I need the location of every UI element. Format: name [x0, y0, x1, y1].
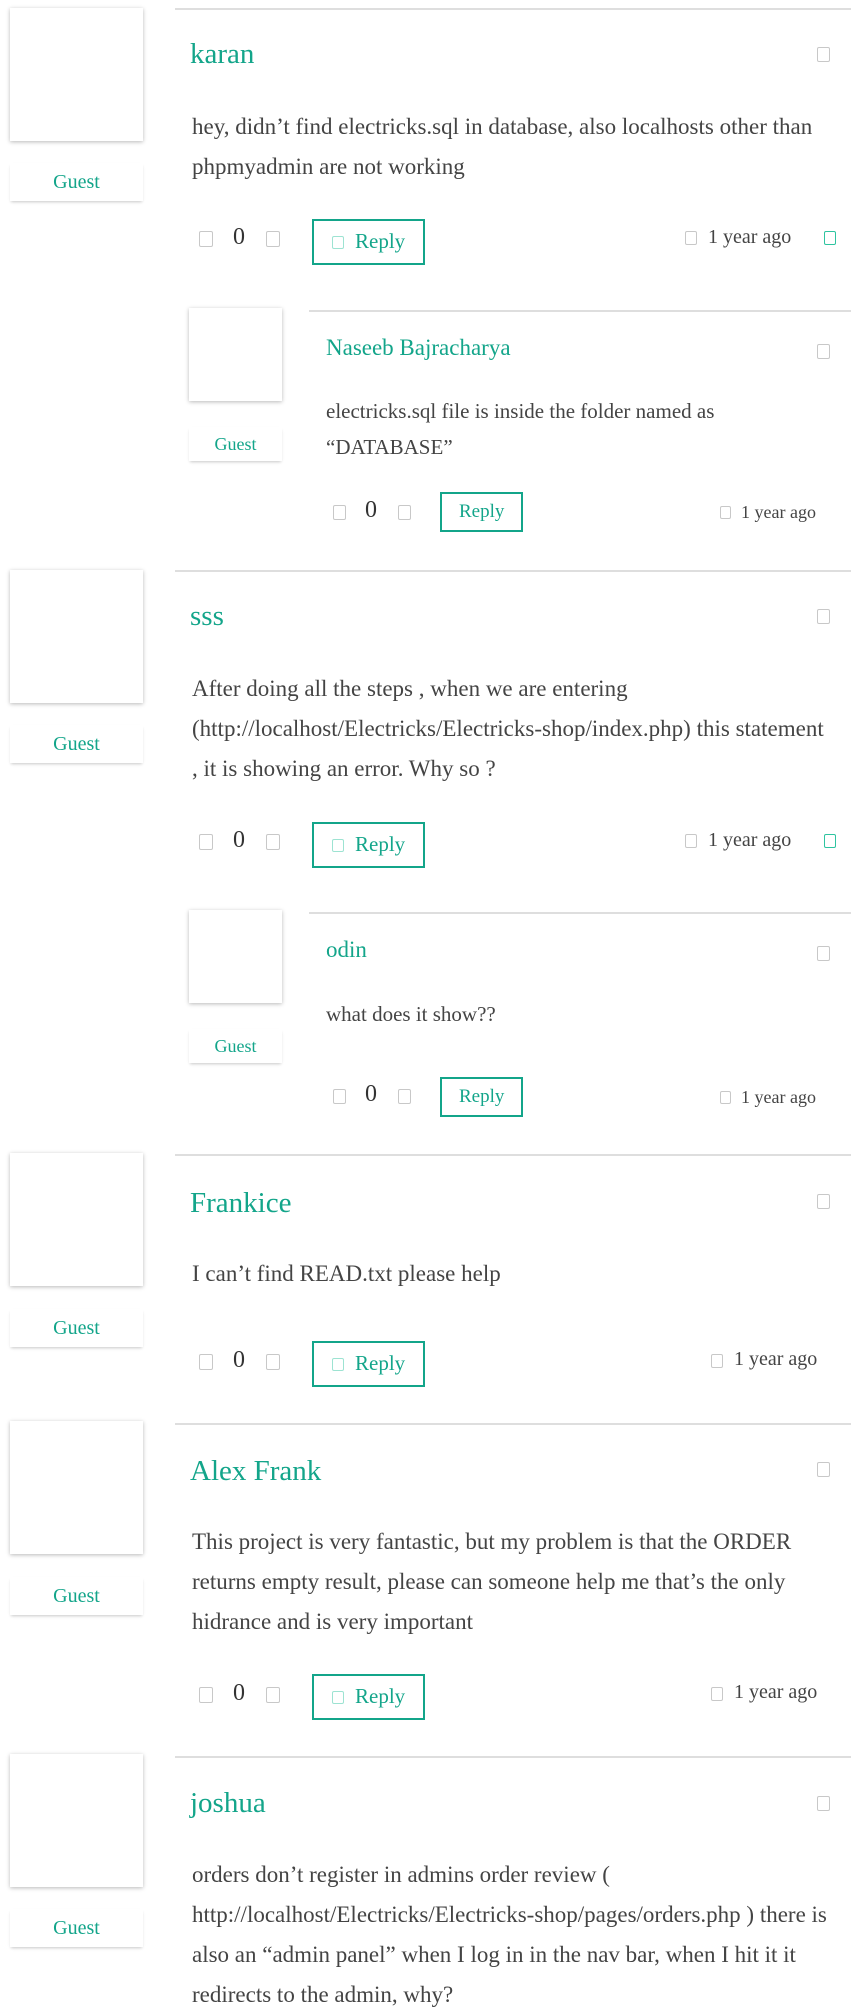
avatar[interactable]	[189, 308, 282, 401]
reply-icon	[332, 839, 344, 852]
flag-icon[interactable]	[817, 1462, 830, 1477]
reply-button[interactable]: Reply	[440, 1077, 523, 1117]
reply-button[interactable]: Reply	[440, 492, 523, 532]
role-badge: Guest	[189, 427, 282, 461]
comment-author[interactable]: joshua	[190, 1787, 266, 1820]
comment-time[interactable]: 1 year ago	[741, 502, 816, 523]
comment-divider	[175, 1154, 851, 1156]
flag-icon[interactable]	[817, 344, 830, 359]
thumbs-down-icon[interactable]	[398, 505, 411, 520]
clock-icon	[711, 1354, 723, 1368]
role-badge: Guest	[10, 1577, 143, 1615]
comment-divider	[175, 1423, 851, 1425]
reply-button[interactable]: Reply	[312, 1341, 425, 1387]
avatar[interactable]	[10, 570, 143, 703]
comment-author[interactable]: Naseeb Bajracharya	[326, 335, 511, 361]
role-badge: Guest	[10, 163, 143, 201]
role-badge: Guest	[10, 1909, 143, 1947]
thumbs-up-icon[interactable]	[333, 505, 346, 520]
reply-icon	[332, 1358, 344, 1371]
clock-icon	[685, 834, 697, 848]
comment-time[interactable]: 1 year ago	[734, 1348, 817, 1371]
collapse-icon[interactable]	[824, 231, 836, 245]
comment-text: orders don’t register in admins order re…	[192, 1862, 827, 2007]
reply-button[interactable]: Reply	[312, 822, 425, 868]
thumbs-up-icon[interactable]	[199, 231, 213, 247]
comment-author[interactable]: sss	[190, 600, 224, 633]
avatar[interactable]	[10, 1421, 143, 1554]
vote-count: 0	[233, 1347, 245, 1373]
comment-text: what does it show??	[326, 1002, 496, 1026]
reply-button[interactable]: Reply	[312, 219, 425, 265]
avatar[interactable]	[10, 1153, 143, 1286]
avatar[interactable]	[10, 1754, 143, 1887]
thumbs-down-icon[interactable]	[266, 231, 280, 247]
reply-label: Reply	[355, 832, 406, 856]
comment-author[interactable]: odin	[326, 937, 367, 963]
comment-divider	[175, 570, 851, 572]
thumbs-down-icon[interactable]	[398, 1089, 411, 1104]
comment-author[interactable]: karan	[190, 38, 254, 71]
reply-button[interactable]: Reply	[312, 1674, 425, 1720]
comment-text: I can’t find READ.txt please help	[192, 1261, 501, 1286]
comment-time[interactable]: 1 year ago	[734, 1681, 817, 1704]
role-badge: Guest	[189, 1029, 282, 1063]
comment-divider	[309, 912, 851, 914]
comment-author[interactable]: Alex Frank	[190, 1455, 321, 1488]
thumbs-up-icon[interactable]	[199, 834, 213, 850]
comment-author[interactable]: Frankice	[190, 1187, 291, 1220]
thumbs-down-icon[interactable]	[266, 834, 280, 850]
role-badge: Guest	[10, 1309, 143, 1347]
flag-icon[interactable]	[817, 609, 830, 624]
comment-divider	[175, 1756, 851, 1758]
reply-label: Reply	[355, 1351, 406, 1375]
reply-label: Reply	[459, 1086, 505, 1107]
clock-icon	[685, 231, 697, 245]
comment-text: hey, didn’t find electricks.sql in datab…	[192, 114, 813, 179]
thumbs-up-icon[interactable]	[199, 1354, 213, 1370]
comment-time[interactable]: 1 year ago	[708, 829, 791, 852]
avatar[interactable]	[189, 910, 282, 1003]
clock-icon	[720, 1091, 731, 1104]
vote-count: 0	[233, 827, 245, 853]
thumbs-up-icon[interactable]	[333, 1089, 346, 1104]
clock-icon	[720, 506, 731, 519]
thumbs-down-icon[interactable]	[266, 1687, 280, 1703]
reply-label: Reply	[459, 501, 505, 522]
flag-icon[interactable]	[817, 1796, 830, 1811]
comment-divider	[309, 310, 851, 312]
vote-count: 0	[233, 224, 245, 250]
reply-label: Reply	[355, 1684, 406, 1708]
flag-icon[interactable]	[817, 1194, 830, 1209]
vote-count: 0	[365, 497, 377, 523]
reply-icon	[332, 236, 344, 249]
vote-count: 0	[365, 1081, 377, 1107]
role-badge: Guest	[10, 725, 143, 763]
collapse-icon[interactable]	[824, 834, 836, 848]
comment-text: This project is very fantastic, but my p…	[192, 1529, 792, 1634]
comment-text: After doing all the steps , when we are …	[192, 676, 824, 781]
thumbs-up-icon[interactable]	[199, 1687, 213, 1703]
avatar[interactable]	[10, 8, 143, 141]
thumbs-down-icon[interactable]	[266, 1354, 280, 1370]
comment-text: electricks.sql file is inside the folder…	[326, 399, 715, 459]
reply-icon	[332, 1691, 344, 1704]
comment-time[interactable]: 1 year ago	[741, 1087, 816, 1108]
flag-icon[interactable]	[817, 946, 830, 961]
comment-divider	[175, 8, 851, 10]
vote-count: 0	[233, 1680, 245, 1706]
comment-time[interactable]: 1 year ago	[708, 226, 791, 249]
flag-icon[interactable]	[817, 47, 830, 62]
clock-icon	[711, 1687, 723, 1701]
reply-label: Reply	[355, 229, 406, 253]
